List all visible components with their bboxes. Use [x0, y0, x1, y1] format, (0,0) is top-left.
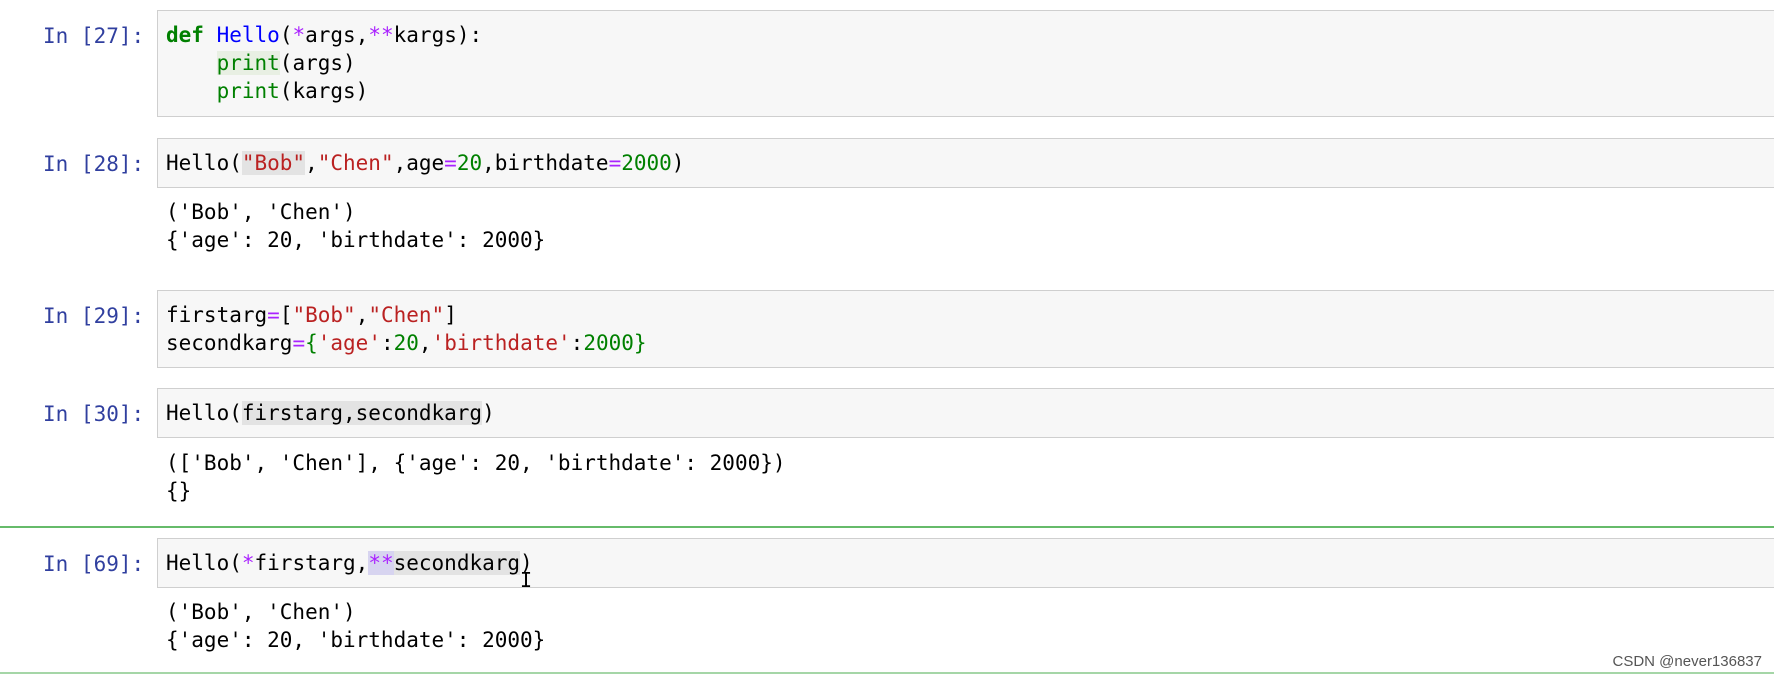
code-input-area[interactable]: Hello(*firstarg,**secondkarg) [157, 538, 1774, 588]
code-line[interactable]: def Hello(*args,**kargs): [166, 21, 1774, 49]
code-token: 2000 [583, 331, 634, 355]
code-token: ,age [393, 151, 445, 175]
code-token: ( [279, 23, 293, 47]
code-token: kargs): [393, 23, 483, 47]
output-line: {'age': 20, 'birthdate': 2000} [166, 228, 546, 252]
code-input-area[interactable]: Hello("Bob","Chen",age=20,birthdate=2000… [157, 138, 1774, 188]
code-token: ** [368, 23, 394, 47]
code-token: Hello( [166, 151, 242, 175]
selected-cell-top-border [0, 526, 1774, 528]
code-token: "Chen" [317, 151, 394, 175]
code-token: secondkarg [393, 551, 521, 575]
code-token: print [216, 51, 280, 75]
code-input-area[interactable]: firstarg=["Bob","Chen"] secondkarg={'age'… [157, 290, 1774, 368]
code-token: ) [671, 151, 685, 175]
code-token: secondkarg [166, 331, 293, 355]
code-token: ) [482, 401, 495, 425]
code-token: 2000 [621, 151, 672, 175]
code-line[interactable]: Hello(firstarg,secondkarg) [166, 399, 1774, 427]
code-line[interactable]: firstarg=["Bob","Chen"] [166, 301, 1774, 329]
code-token: print [216, 79, 280, 103]
code-line[interactable]: Hello("Bob","Chen",age=20,birthdate=2000… [166, 149, 1774, 177]
output-line: ('Bob', 'Chen') [166, 600, 356, 624]
code-token: Hello [216, 23, 280, 47]
code-token: ** [368, 551, 394, 575]
code-line[interactable]: print(args) [166, 49, 1774, 77]
cell-prompt: In [29]: [43, 304, 145, 328]
code-token: Hello( [166, 551, 242, 575]
cell-prompt: In [28]: [43, 152, 145, 176]
code-line[interactable]: secondkarg={'age':20,'birthdate':2000} [166, 329, 1774, 357]
code-token: 'birthdate' [431, 331, 571, 355]
code-token: = [444, 151, 457, 175]
code-token: = [292, 331, 306, 355]
code-token: args, [305, 23, 369, 47]
code-token: firstarg,secondkarg [241, 401, 483, 425]
code-token: = [267, 303, 280, 327]
code-token: : [380, 331, 394, 355]
code-token: * [292, 23, 306, 47]
code-token: Hello( [166, 401, 242, 425]
code-token: } [633, 331, 647, 355]
cell-output: ('Bob', 'Chen') {'age': 20, 'birthdate': … [166, 198, 545, 254]
code-input-area[interactable]: Hello(firstarg,secondkarg) [157, 388, 1774, 438]
code-line[interactable]: print(kargs) [166, 77, 1774, 105]
code-token: , [418, 331, 432, 355]
code-token: , [355, 303, 369, 327]
cell-output: (['Bob', 'Chen'], {'age': 20, 'birthdate… [166, 449, 786, 505]
code-token: 'age' [317, 331, 381, 355]
output-line: {'age': 20, 'birthdate': 2000} [166, 628, 546, 652]
code-token: * [241, 551, 255, 575]
code-token: def [166, 23, 204, 47]
cell-output: ('Bob', 'Chen') {'age': 20, 'birthdate': … [166, 598, 545, 654]
code-token: (args) [279, 51, 356, 75]
code-token: 20 [393, 331, 419, 355]
output-line: ('Bob', 'Chen') [166, 200, 356, 224]
output-line: {} [166, 479, 192, 503]
code-line[interactable]: Hello(*firstarg,**secondkarg) [166, 549, 1774, 577]
code-token: "Chen" [368, 303, 445, 327]
code-token: 20 [456, 151, 483, 175]
code-token: firstarg [166, 303, 268, 327]
code-token: : [570, 331, 584, 355]
watermark: CSDN @never136837 [1612, 653, 1762, 670]
code-token: ] [444, 303, 457, 327]
code-input-area[interactable]: def Hello(*args,**kargs): print(args) pr… [157, 10, 1774, 117]
cell-prompt: In [30]: [43, 402, 145, 426]
output-line: (['Bob', 'Chen'], {'age': 20, 'birthdate… [166, 451, 786, 475]
code-token: = [608, 151, 622, 175]
cell-prompt: In [27]: [43, 24, 145, 48]
code-token: , [305, 151, 318, 175]
code-token: { [305, 331, 318, 355]
code-token: firstarg, [254, 551, 369, 575]
code-token: ,birthdate [482, 151, 609, 175]
text-cursor-icon: I [520, 568, 533, 592]
code-token: [ [279, 303, 293, 327]
code-token: (kargs) [279, 79, 369, 103]
code-token: "Bob" [241, 151, 306, 175]
cell-prompt: In [69]: [43, 552, 145, 576]
code-token: "Bob" [292, 303, 356, 327]
selected-cell-bottom-border [0, 672, 1774, 674]
